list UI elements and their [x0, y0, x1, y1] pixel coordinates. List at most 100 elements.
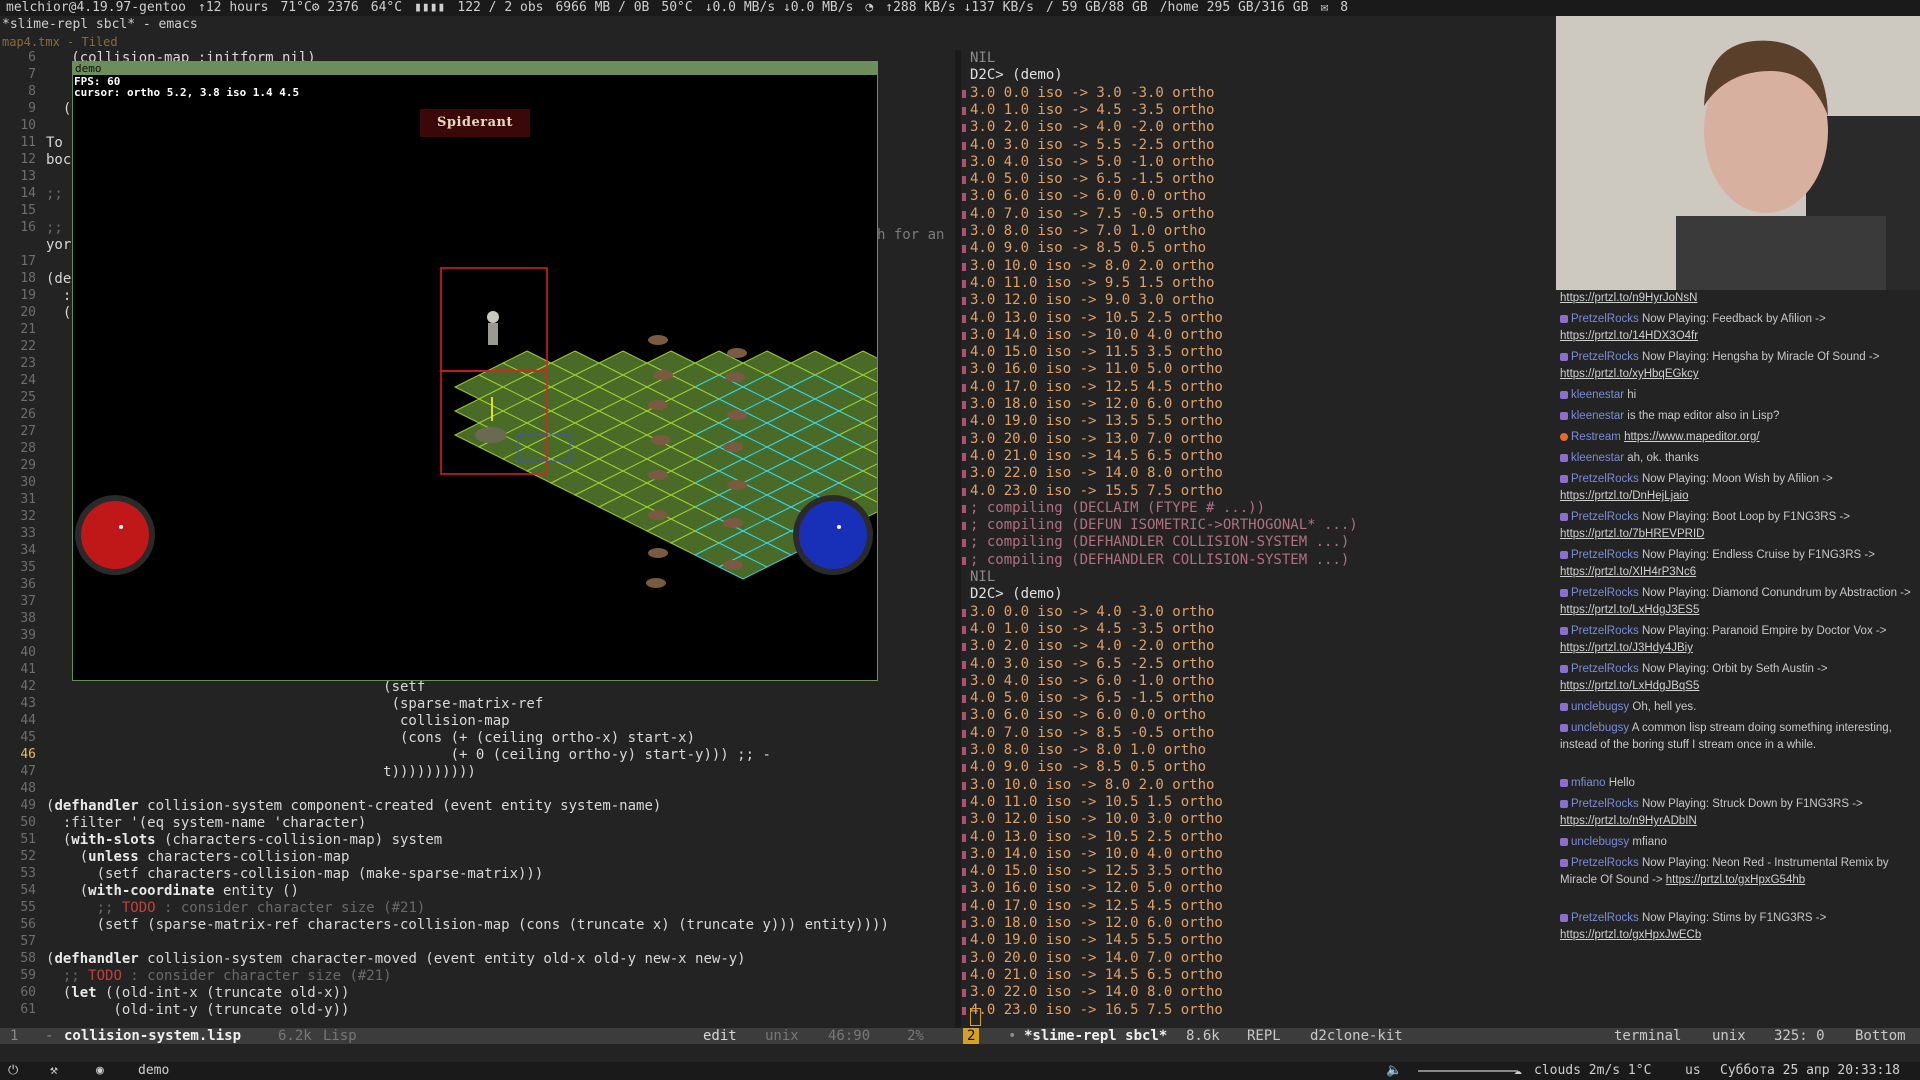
- game-canvas[interactable]: [73, 75, 877, 680]
- line-number: 13: [20, 169, 36, 184]
- code-line[interactable]: (unless characters-collision-map: [46, 849, 350, 865]
- code-line[interactable]: (with-slots (characters-collision-map) s…: [46, 832, 442, 848]
- slime-repl[interactable]: NIL D2C> (demo) 3.0 0.0 iso -> 3.0 -3.0 or…: [962, 50, 1556, 1028]
- code-line[interactable]: (setf (sparse-matrix-ref characters-coll…: [46, 917, 889, 933]
- twitch-icon: [1560, 626, 1568, 635]
- chat-message: unclebugsy Oh, hell yes.: [1560, 699, 1912, 716]
- power-icon[interactable]: ⏻: [8, 1062, 18, 1080]
- enemy-sprite: [651, 435, 671, 445]
- wifi-icon: ◔: [865, 0, 874, 15]
- line-number: 48: [20, 781, 36, 796]
- repl-fringe-marker: [962, 176, 966, 185]
- system-status-bar: melchior@4.19.97-gentoo ↑12 hours 71°C⚙ …: [0, 0, 1920, 16]
- repl-fringe-marker: [962, 435, 966, 444]
- line-number: 46: [20, 747, 36, 762]
- line-number: 25: [20, 390, 36, 405]
- repl-mode: REPL: [1247, 1028, 1281, 1044]
- repl-fringe-marker: [962, 141, 966, 150]
- repl-output-line: 4.0 1.0 iso -> 4.5 -3.5 ortho: [970, 101, 1215, 118]
- repl-output-line: 4.0 15.0 iso -> 12.5 3.5 ortho: [970, 863, 1223, 880]
- repl-output-line: 3.0 2.0 iso -> 4.0 -2.0 ortho: [970, 119, 1215, 136]
- app-icon[interactable]: ◉: [96, 1062, 104, 1080]
- volume-slider[interactable]: [1418, 1070, 1518, 1072]
- code-line[interactable]: collision-map: [46, 713, 510, 729]
- code-line[interactable]: (de: [46, 271, 71, 287]
- gpu-temp-label: 64°C: [370, 0, 403, 15]
- code-line[interactable]: To: [46, 135, 63, 151]
- code-line[interactable]: (setf: [46, 679, 425, 695]
- code-line[interactable]: yor: [46, 237, 71, 253]
- code-line[interactable]: (defhandler collision-system character-m…: [46, 951, 746, 967]
- code-line[interactable]: (: [46, 305, 71, 321]
- code-line[interactable]: (defhandler collision-system component-c…: [46, 798, 661, 814]
- io-label: ↓0.0 MB/s ↓0.0 MB/s: [704, 0, 854, 15]
- demo-window[interactable]: demo FPS: 60 cursor: ortho 5.2, 3.8 iso …: [72, 61, 878, 681]
- major-mode[interactable]: Lisp: [323, 1028, 357, 1044]
- window-divider[interactable]: [955, 50, 961, 1028]
- demo-window-title[interactable]: demo: [73, 62, 877, 75]
- twitch-icon: [1560, 913, 1568, 922]
- repl-fringe-marker: [962, 902, 966, 911]
- repl-output-line: 3.0 18.0 iso -> 12.0 6.0 ortho: [970, 396, 1223, 412]
- keyboard-layout[interactable]: us: [1685, 1062, 1701, 1080]
- twitch-icon: [1560, 314, 1568, 323]
- repl-output-line: 4.0 17.0 iso -> 12.5 4.5 ortho: [970, 897, 1223, 914]
- repl-output-line: 3.0 20.0 iso -> 13.0 7.0 ortho: [970, 430, 1223, 447]
- repl-fringe-marker: [962, 228, 966, 236]
- repl-buffer-name[interactable]: *slime-repl sbcl*: [1024, 1028, 1167, 1044]
- code-line[interactable]: (cons (+ (ceiling ortho-x) start-x): [46, 730, 695, 746]
- code-line[interactable]: ;; TODO : consider character size (#21): [46, 968, 392, 984]
- twitch-icon: [1560, 837, 1568, 846]
- taskbar-item-demo[interactable]: demo: [138, 1062, 169, 1080]
- code-line[interactable]: (sparse-matrix-ref: [46, 696, 544, 712]
- settings-icon[interactable]: ⚒: [50, 1062, 58, 1080]
- chat-message: PretzelRocks Now Playing: Feedback by Af…: [1560, 313, 1826, 342]
- repl-output-line: 4.0 19.0 iso -> 13.5 5.5 ortho: [970, 413, 1223, 430]
- repl-prompt: D2C> (demo): [970, 586, 1063, 603]
- repl-prompt: D2C> (demo): [970, 67, 1063, 84]
- code-line[interactable]: (let ((old-int-x (truncate old-x)): [46, 985, 350, 1001]
- enemy-sprite: [727, 480, 747, 490]
- repl-output-line: 4.0 3.0 iso -> 5.5 -2.5 ortho: [970, 136, 1215, 153]
- repl-output-line: 3.0 4.0 iso -> 5.0 -1.0 ortho: [970, 153, 1215, 170]
- twitch-icon: [1560, 474, 1568, 483]
- code-line[interactable]: (with-coordinate entity (): [46, 883, 299, 899]
- chat-message: PretzelRocks Now Playing: Endless Cruise…: [1560, 549, 1875, 578]
- repl-fringe-marker: [962, 401, 966, 409]
- repl-output-line: 4.0 21.0 iso -> 14.5 6.5 ortho: [970, 966, 1223, 983]
- code-line[interactable]: (: [46, 101, 71, 117]
- chat-message: PretzelRocks Now Playing: Stims by F1NG3…: [1560, 912, 1827, 941]
- code-line[interactable]: ;;: [46, 220, 63, 236]
- code-line[interactable]: :: [46, 288, 71, 304]
- repl-output-line: 4.0 1.0 iso -> 4.5 -3.5 ortho: [970, 620, 1215, 637]
- code-line[interactable]: (setf characters-collision-map (make-spa…: [46, 866, 544, 882]
- repl-output-line: NIL: [970, 50, 996, 66]
- skeleton-sprite: [487, 311, 499, 323]
- code-line[interactable]: ;;: [46, 186, 63, 202]
- repl-fringe-marker: [962, 331, 966, 340]
- cpu-temp-label: 71°C⚙ 2376: [280, 0, 359, 15]
- repl-fringe-marker: [962, 522, 966, 531]
- code-line[interactable]: boc: [46, 152, 71, 168]
- code-line[interactable]: :filter '(eq system-name 'character): [46, 815, 366, 831]
- repl-output-line: 3.0 10.0 iso -> 8.0 2.0 ortho: [970, 257, 1215, 274]
- chat-message: PretzelRocks Now Playing: Hengsha by Mir…: [1560, 351, 1880, 380]
- line-number: 26: [20, 407, 36, 422]
- line-number: 31: [20, 492, 36, 507]
- enemy-sprite: [648, 548, 668, 558]
- repl-fringe-marker: [962, 89, 966, 98]
- restream-icon: [1560, 432, 1568, 441]
- code-line[interactable]: ;; TODO : consider character size (#21): [46, 900, 426, 916]
- mail-icon[interactable]: ✉: [1314, 0, 1334, 16]
- terminal-label: terminal: [1614, 1028, 1682, 1044]
- code-line[interactable]: (+ 0 (ceiling ortho-y) start-y))) ;; -: [46, 747, 771, 763]
- code-line[interactable]: (old-int-y (truncate old-y)): [46, 1002, 349, 1018]
- code-line[interactable]: t)))))))))): [46, 764, 476, 780]
- enemy-sprite: [648, 510, 668, 520]
- line-number: 56: [20, 917, 36, 932]
- twitch-icon: [1560, 723, 1568, 732]
- volume-icon[interactable]: 🔈: [1386, 1062, 1402, 1080]
- terminal-scroll: Bottom: [1855, 1028, 1906, 1044]
- repl-cursor[interactable]: [970, 1008, 981, 1026]
- buffer-name[interactable]: collision-system.lisp: [64, 1028, 241, 1044]
